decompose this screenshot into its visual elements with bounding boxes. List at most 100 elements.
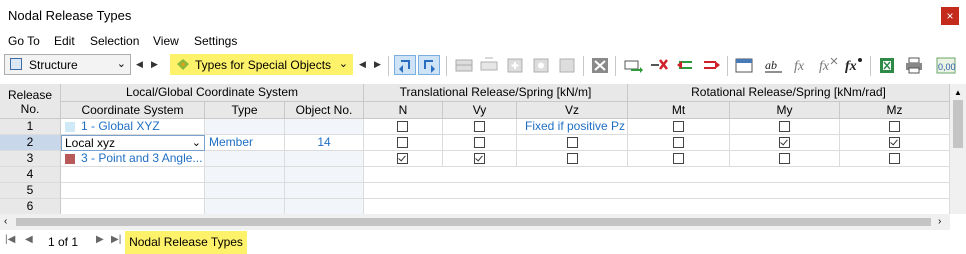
chevron-down-icon[interactable]: ⌄ [192, 136, 201, 151]
menu-goto[interactable]: Go To [8, 34, 40, 48]
function-off-icon[interactable]: fx [817, 55, 839, 75]
mt-checkbox[interactable] [673, 137, 684, 148]
vy-checkbox[interactable] [474, 153, 485, 164]
structure-dropdown[interactable]: Structure ⌄ [4, 54, 131, 75]
table-insert-icon[interactable] [453, 55, 475, 75]
table-row-icon[interactable] [478, 55, 500, 75]
prev-arrow-icon[interactable]: ◀ [356, 55, 369, 74]
type-cell[interactable] [205, 199, 285, 214]
remove-icon[interactable] [648, 55, 670, 75]
menu-selection[interactable]: Selection [90, 34, 139, 48]
coord-system-cell[interactable] [61, 199, 205, 214]
mt-cell[interactable] [628, 119, 730, 135]
n-checkbox[interactable] [397, 137, 408, 148]
mt-cell[interactable] [628, 135, 730, 151]
vy-checkbox[interactable] [474, 121, 485, 132]
my-cell[interactable] [730, 151, 840, 167]
mz-cell[interactable] [840, 135, 950, 151]
vy-cell[interactable] [443, 119, 517, 135]
my-cell[interactable] [730, 135, 840, 151]
mz-checkbox[interactable] [889, 121, 900, 132]
select-forward-icon[interactable] [418, 55, 440, 75]
next-page-icon[interactable]: ▶ [96, 234, 104, 245]
scroll-right-icon[interactable]: › [938, 216, 941, 227]
select-back-icon[interactable] [394, 55, 416, 75]
scroll-up-icon[interactable]: ▲ [954, 88, 962, 97]
delete-icon[interactable] [589, 55, 611, 75]
add-icon[interactable] [504, 55, 526, 75]
vy-checkbox[interactable] [474, 137, 485, 148]
mz-cell[interactable] [840, 119, 950, 135]
vz-cell[interactable] [517, 151, 628, 167]
next-arrow-icon[interactable]: ▶ [148, 55, 161, 74]
menu-edit[interactable]: Edit [54, 34, 75, 48]
object-no-cell[interactable] [285, 151, 364, 167]
type-cell[interactable] [205, 183, 285, 199]
empty-cells[interactable] [364, 167, 950, 183]
mt-cell[interactable] [628, 151, 730, 167]
clear-icon[interactable] [556, 55, 578, 75]
vz-cell[interactable]: Fixed if positive Pz [517, 119, 628, 135]
my-checkbox[interactable] [779, 121, 790, 132]
function-icon[interactable]: fx [791, 55, 813, 75]
coord-system-cell[interactable] [61, 183, 205, 199]
excel-icon[interactable] [876, 55, 898, 75]
mt-checkbox[interactable] [673, 121, 684, 132]
n-checkbox[interactable] [397, 121, 408, 132]
vz-cell[interactable] [517, 135, 628, 151]
type-cell[interactable] [205, 119, 285, 135]
vy-cell[interactable] [443, 135, 517, 151]
n-checkbox[interactable] [397, 153, 408, 164]
coord-system-cell[interactable]: 3 - Point and 3 Angle... [61, 151, 205, 167]
export-icon[interactable] [700, 55, 722, 75]
type-cell[interactable] [205, 167, 285, 183]
close-icon[interactable]: × [941, 7, 959, 25]
text-style-icon[interactable]: ab [763, 55, 785, 75]
menu-settings[interactable]: Settings [194, 34, 237, 48]
my-checkbox[interactable] [779, 137, 790, 148]
coord-system-cell[interactable] [61, 167, 205, 183]
object-no-cell[interactable] [285, 183, 364, 199]
object-no-cell[interactable] [285, 199, 364, 214]
decimal-places-icon[interactable]: 0,00 [935, 55, 957, 75]
function-edit-icon[interactable]: fx [843, 55, 865, 75]
empty-cells[interactable] [364, 199, 950, 214]
print-icon[interactable] [903, 55, 925, 75]
scroll-thumb[interactable] [16, 218, 931, 226]
prev-page-icon[interactable]: ◀ [25, 234, 33, 245]
my-cell[interactable] [730, 119, 840, 135]
my-checkbox[interactable] [779, 153, 790, 164]
n-cell[interactable] [364, 151, 443, 167]
import-icon[interactable] [674, 55, 696, 75]
scroll-thumb[interactable] [953, 100, 963, 148]
type-cell[interactable]: Member [205, 135, 285, 151]
types-dropdown[interactable]: Types for Special Objects ⌄ [170, 54, 353, 75]
mz-cell[interactable] [840, 151, 950, 167]
n-cell[interactable] [364, 119, 443, 135]
vertical-scrollbar[interactable]: ▲ [950, 84, 966, 214]
last-page-icon[interactable]: ▶| [111, 234, 121, 245]
window-icon[interactable] [733, 55, 755, 75]
object-no-cell[interactable]: 14 [285, 135, 364, 151]
vz-checkbox[interactable] [567, 153, 578, 164]
assign-icon[interactable] [622, 55, 644, 75]
empty-cells[interactable] [364, 183, 950, 199]
vz-checkbox[interactable] [567, 137, 578, 148]
object-no-cell[interactable] [285, 167, 364, 183]
next-arrow-icon[interactable]: ▶ [371, 55, 384, 74]
type-cell[interactable] [205, 151, 285, 167]
vy-cell[interactable] [443, 151, 517, 167]
mz-checkbox[interactable] [889, 137, 900, 148]
prev-arrow-icon[interactable]: ◀ [133, 55, 146, 74]
menu-view[interactable]: View [153, 34, 179, 48]
coord-system-cell[interactable]: 1 - Global XYZ [61, 119, 205, 135]
settings-icon[interactable] [530, 55, 552, 75]
n-cell[interactable] [364, 135, 443, 151]
first-page-icon[interactable]: |◀ [5, 234, 15, 245]
horizontal-scrollbar[interactable]: ‹ › [0, 214, 950, 230]
mt-checkbox[interactable] [673, 153, 684, 164]
tab-nodal-release-types[interactable]: Nodal Release Types [125, 231, 247, 254]
object-no-cell[interactable] [285, 119, 364, 135]
coord-system-select[interactable]: Local xyz ⌄ [61, 135, 205, 151]
scroll-left-icon[interactable]: ‹ [4, 216, 7, 227]
